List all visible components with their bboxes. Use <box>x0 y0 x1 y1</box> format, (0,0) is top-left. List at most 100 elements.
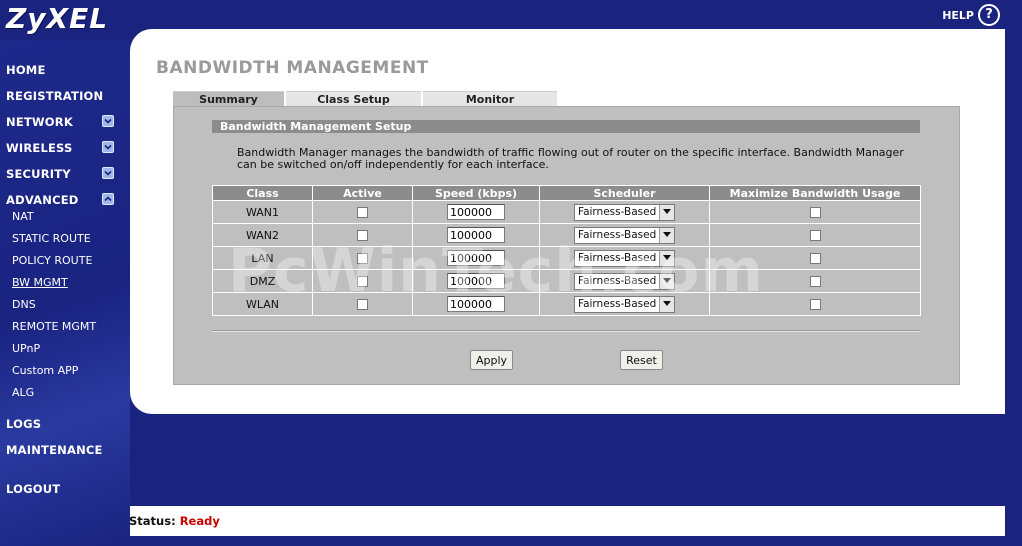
scheduler-value: Fairness-Based <box>578 206 657 218</box>
nav-sub-nat[interactable]: NAT <box>12 210 34 223</box>
bandwidth-table: Class Active Speed (kbps) Scheduler Maxi… <box>212 185 921 316</box>
speed-cell <box>412 246 540 270</box>
tab-class-setup[interactable]: Class Setup <box>286 91 421 107</box>
nav-sub-static-route[interactable]: STATIC ROUTE <box>12 232 91 245</box>
speed-input[interactable] <box>447 250 505 266</box>
scheduler-select[interactable]: Fairness-Based <box>574 203 675 221</box>
scheduler-cell: Fairness-Based <box>539 223 710 247</box>
dropdown-arrow-icon[interactable] <box>659 204 674 220</box>
tab-summary[interactable]: Summary <box>173 91 284 107</box>
nav-advanced[interactable]: ADVANCED <box>6 193 79 207</box>
nav-sub-dns[interactable]: DNS <box>12 298 36 311</box>
column-header-active: Active <box>312 185 413 201</box>
maximize-cell <box>709 246 921 270</box>
maximize-checkbox[interactable] <box>809 207 821 218</box>
maximize-cell <box>709 223 921 247</box>
speed-cell <box>412 200 540 224</box>
speed-input[interactable] <box>447 296 505 312</box>
class-cell: WAN2 <box>212 223 313 247</box>
active-cell <box>312 200 413 224</box>
status-value: Ready <box>179 514 220 528</box>
dropdown-arrow-icon[interactable] <box>659 250 674 266</box>
nav-security[interactable]: SECURITY <box>6 167 71 181</box>
nav-logout[interactable]: LOGOUT <box>6 482 60 496</box>
scheduler-value: Fairness-Based <box>578 252 657 264</box>
speed-input[interactable] <box>447 204 505 220</box>
dropdown-arrow-icon[interactable] <box>659 296 674 312</box>
help-label[interactable]: HELP <box>942 9 974 22</box>
chevron-up-icon[interactable] <box>102 193 114 205</box>
speed-input[interactable] <box>447 227 505 243</box>
page-title: BANDWIDTH MANAGEMENT <box>156 58 429 78</box>
separator <box>212 330 920 332</box>
nav-sub-custom-app[interactable]: Custom APP <box>12 364 78 377</box>
active-cell <box>312 223 413 247</box>
scheduler-value: Fairness-Based <box>578 298 657 310</box>
nav-sub-remote-mgmt[interactable]: REMOTE MGMT <box>12 320 96 333</box>
scheduler-select[interactable]: Fairness-Based <box>574 249 675 267</box>
nav-maintenance[interactable]: MAINTENANCE <box>6 443 103 457</box>
active-checkbox[interactable] <box>357 276 368 287</box>
nav-sub-policy-route[interactable]: POLICY ROUTE <box>12 254 92 267</box>
nav-network[interactable]: NETWORK <box>6 115 73 129</box>
table-row: DMZ Fairness-Based <box>212 269 921 293</box>
question-circle-icon[interactable]: ? <box>978 4 1000 26</box>
active-checkbox[interactable] <box>357 299 368 310</box>
speed-cell <box>412 269 540 293</box>
maximize-cell <box>709 292 921 316</box>
column-header-speed: Speed (kbps) <box>412 185 540 201</box>
column-header-maximize: Maximize Bandwidth Usage <box>709 185 921 201</box>
table-row: WAN1 Fairness-Based <box>212 200 921 224</box>
description-text: Bandwidth Manager manages the bandwidth … <box>237 146 904 171</box>
help-button[interactable]: HELP ? <box>942 4 1000 26</box>
reset-button[interactable]: Reset <box>620 350 663 370</box>
scheduler-value: Fairness-Based <box>578 275 657 287</box>
scheduler-select[interactable]: Fairness-Based <box>574 295 675 313</box>
maximize-checkbox[interactable] <box>809 253 821 264</box>
dropdown-arrow-icon[interactable] <box>659 273 674 289</box>
scheduler-value: Fairness-Based <box>578 229 657 241</box>
table-row: LAN Fairness-Based <box>212 246 921 270</box>
maximize-checkbox[interactable] <box>809 230 821 241</box>
scheduler-cell: Fairness-Based <box>539 246 710 270</box>
chevron-down-icon[interactable] <box>102 167 114 179</box>
scheduler-cell: Fairness-Based <box>539 269 710 293</box>
class-cell: WLAN <box>212 292 313 316</box>
zyxel-logo: ZyXEL <box>6 2 109 35</box>
nav-sub-alg[interactable]: ALG <box>12 386 34 399</box>
active-checkbox[interactable] <box>357 207 368 218</box>
apply-button[interactable]: Apply <box>470 350 513 370</box>
sidebar-background <box>0 0 130 546</box>
maximize-cell <box>709 269 921 293</box>
scheduler-cell: Fairness-Based <box>539 200 710 224</box>
nav-sub-upnp[interactable]: UPnP <box>12 342 40 355</box>
active-checkbox[interactable] <box>357 230 368 241</box>
tab-monitor[interactable]: Monitor <box>423 91 557 107</box>
maximize-checkbox[interactable] <box>809 299 821 310</box>
class-cell: DMZ <box>212 269 313 293</box>
chevron-down-icon[interactable] <box>102 115 114 127</box>
status-label: Status: <box>129 514 176 528</box>
scheduler-select[interactable]: Fairness-Based <box>574 226 675 244</box>
dropdown-arrow-icon[interactable] <box>659 227 674 243</box>
nav-logs[interactable]: LOGS <box>6 417 41 431</box>
class-cell: LAN <box>212 246 313 270</box>
nav-registration[interactable]: REGISTRATION <box>6 89 103 103</box>
active-cell <box>312 269 413 293</box>
nav-home[interactable]: HOME <box>6 63 46 77</box>
column-header-class: Class <box>212 185 313 201</box>
speed-cell <box>412 223 540 247</box>
status-bar <box>130 506 1005 536</box>
chevron-down-icon[interactable] <box>102 141 114 153</box>
active-cell <box>312 292 413 316</box>
speed-input[interactable] <box>447 273 505 289</box>
scheduler-select[interactable]: Fairness-Based <box>574 272 675 290</box>
column-header-scheduler: Scheduler <box>539 185 710 201</box>
class-cell: WAN1 <box>212 200 313 224</box>
section-header: Bandwidth Management Setup <box>212 120 920 133</box>
maximize-checkbox[interactable] <box>809 276 821 287</box>
active-checkbox[interactable] <box>357 253 368 264</box>
nav-wireless[interactable]: WIRELESS <box>6 141 73 155</box>
nav-sub-bw-mgmt[interactable]: BW MGMT <box>12 276 68 289</box>
table-row: WLAN Fairness-Based <box>212 292 921 316</box>
